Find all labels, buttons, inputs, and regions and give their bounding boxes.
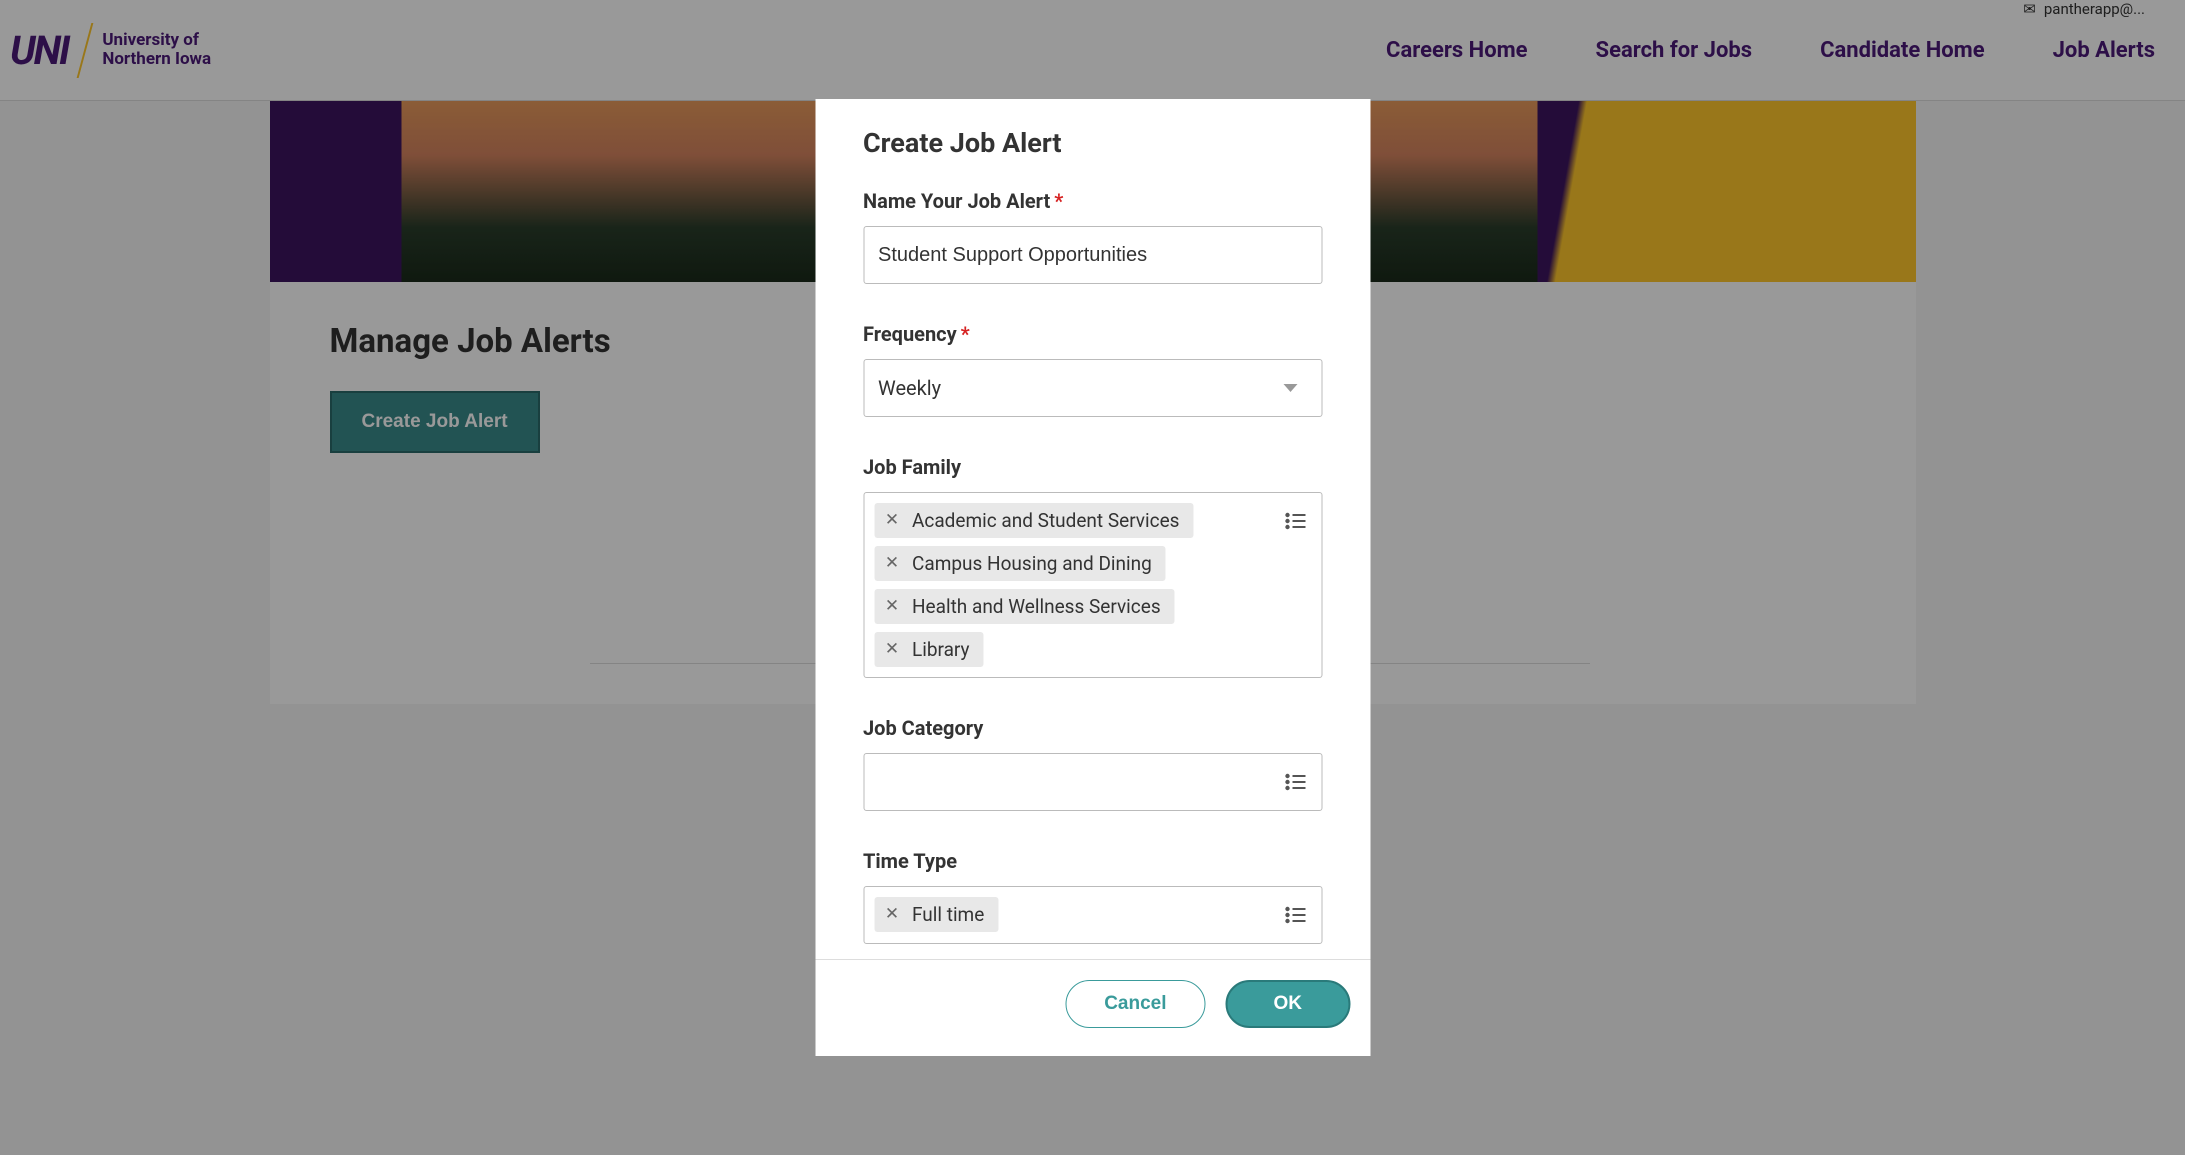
remove-chip-icon[interactable]: ✕ [882,554,902,574]
frequency-field-group: Frequency* Weekly [863,322,1322,417]
chevron-down-icon [1283,384,1297,392]
time-type-chips: ✕ Full time [874,897,1271,932]
chip-label: Campus Housing and Dining [912,552,1152,575]
remove-chip-icon[interactable]: ✕ [882,597,902,617]
job-family-field-group: Job Family ✕ Academic and Student Servic… [863,455,1322,678]
list-picker-icon[interactable] [1283,770,1307,794]
chip-campus-housing-dining: ✕ Campus Housing and Dining [874,546,1166,581]
name-field-group: Name Your Job Alert* [863,189,1322,284]
remove-chip-icon[interactable]: ✕ [882,905,902,925]
time-type-label: Time Type [863,849,1322,873]
ok-button[interactable]: OK [1226,980,1351,1028]
chip-academic-student-services: ✕ Academic and Student Services [874,503,1193,538]
job-alert-name-input[interactable] [863,226,1322,284]
name-label: Name Your Job Alert* [863,189,1322,213]
modal-header: Create Job Alert [815,99,1370,169]
list-picker-icon[interactable] [1283,903,1307,927]
chip-label: Health and Wellness Services [912,595,1161,618]
modal-footer: Cancel OK [815,959,1370,1056]
required-asterisk: * [1054,189,1063,213]
job-category-multiselect[interactable] [863,753,1322,811]
list-picker-icon[interactable] [1283,509,1307,533]
job-family-multiselect[interactable]: ✕ Academic and Student Services ✕ Campus… [863,492,1322,678]
chip-label: Library [912,638,970,661]
chip-label: Full time [912,903,984,926]
chip-full-time: ✕ Full time [874,897,998,932]
modal-body: Name Your Job Alert* Frequency* Weekly J… [815,169,1370,954]
chip-label: Academic and Student Services [912,509,1179,532]
cancel-button[interactable]: Cancel [1065,980,1205,1028]
chip-health-wellness: ✕ Health and Wellness Services [874,589,1175,624]
time-type-multiselect[interactable]: ✕ Full time [863,886,1322,944]
remove-chip-icon[interactable]: ✕ [882,511,902,531]
chip-library: ✕ Library [874,632,984,667]
frequency-value: Weekly [878,376,941,400]
frequency-select[interactable]: Weekly [863,359,1322,417]
job-family-label: Job Family [863,455,1322,479]
create-job-alert-modal: Create Job Alert Name Your Job Alert* Fr… [815,99,1370,1056]
time-type-field-group: Time Type ✕ Full time [863,849,1322,944]
remove-chip-icon[interactable]: ✕ [882,640,902,660]
modal-title: Create Job Alert [863,127,1322,159]
job-category-field-group: Job Category [863,716,1322,811]
frequency-label: Frequency* [863,322,1322,346]
job-category-label: Job Category [863,716,1322,740]
required-asterisk: * [961,322,970,346]
job-family-chips: ✕ Academic and Student Services ✕ Campus… [874,503,1271,667]
